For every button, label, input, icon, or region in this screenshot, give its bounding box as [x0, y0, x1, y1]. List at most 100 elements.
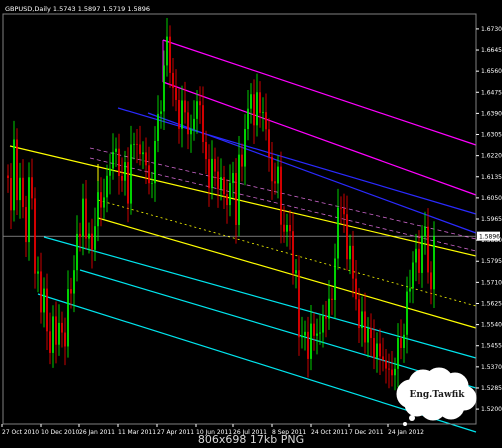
candle-body	[133, 143, 135, 145]
candle-body	[178, 99, 180, 129]
channel-plum-dash-a	[89, 147, 477, 240]
y-tick-label: 1.6135	[481, 174, 502, 181]
candle-body	[28, 177, 30, 243]
chart: 1.6730 1.6645 1.6560 1.6475 1.6390 1.6305 1.62…	[1, 5, 502, 446]
candle-body	[235, 173, 237, 225]
candle-body	[367, 328, 369, 343]
candle-body	[181, 100, 183, 129]
candle-body	[34, 198, 36, 274]
candle-body	[409, 288, 411, 292]
bubble-dot	[409, 415, 415, 421]
candle-body	[190, 129, 192, 135]
candle-body	[223, 177, 225, 195]
chart-title: GBPUSD,Daily 1.5743 1.5897 1.5719 1.5896	[5, 5, 150, 13]
candle-body	[64, 332, 66, 347]
y-tick-label: 1.5625	[481, 300, 502, 307]
candle-body	[13, 139, 15, 211]
candle-body	[202, 105, 204, 142]
channel-cyan-b	[79, 269, 477, 389]
candle-body	[136, 143, 138, 145]
candle-body	[364, 311, 366, 343]
x-tick-label: 11 Mar 2011	[118, 429, 156, 436]
candle-body	[82, 198, 84, 237]
candle-body	[16, 139, 18, 201]
candle-body	[271, 156, 273, 182]
y-tick-label: 1.6475	[481, 89, 502, 96]
candle-body	[307, 331, 309, 359]
candle-body	[295, 270, 297, 274]
channel-magenta-lower	[162, 81, 477, 196]
candle-body	[298, 270, 300, 338]
candle-body	[319, 332, 321, 334]
candle-body	[430, 272, 432, 290]
candle-body	[154, 140, 156, 184]
candle-body	[229, 182, 231, 206]
candle-body	[427, 226, 429, 273]
candle-body	[25, 207, 27, 243]
candle-body	[283, 224, 285, 232]
candle-body	[85, 198, 87, 239]
candle-body	[166, 36, 168, 66]
candle-body	[310, 323, 312, 359]
candle-body	[253, 94, 255, 126]
candle-body	[301, 335, 303, 338]
candle-body	[187, 112, 189, 135]
candle-body	[91, 233, 93, 250]
candle-body	[76, 233, 78, 271]
candle-body	[340, 207, 342, 209]
y-tick-label: 1.6645	[481, 47, 502, 54]
y-tick-label: 1.6050	[481, 195, 502, 202]
candle-body	[304, 331, 306, 336]
annotation-text: Eng.Tawfik	[409, 390, 465, 400]
candle-body	[412, 262, 414, 289]
candle-body	[406, 291, 408, 335]
candle-body	[37, 271, 39, 274]
y-tick-label: 1.6305	[481, 132, 502, 139]
candle-body	[394, 368, 396, 376]
candle-body	[193, 118, 195, 130]
y-tick-label: 1.5710	[481, 279, 502, 286]
candle-body	[226, 194, 228, 206]
y-tick-label: 1.6560	[481, 68, 502, 75]
candle-body	[172, 72, 174, 88]
y-tick-label: 1.5795	[481, 258, 502, 265]
candle-body	[70, 289, 72, 294]
candle-body	[79, 233, 81, 237]
candle-body	[418, 248, 420, 273]
candle-body	[127, 162, 129, 204]
x-tick-label: 10 Dec 2010	[41, 429, 80, 436]
candle-body	[118, 148, 120, 177]
candle-body	[163, 65, 165, 112]
candle-body	[169, 36, 171, 73]
candle-body	[7, 175, 9, 178]
candle-body	[361, 311, 363, 329]
candle-body	[184, 100, 186, 113]
candle-body	[22, 177, 24, 208]
x-tick-label: 27 Oct 2010	[2, 429, 39, 436]
candle-body	[274, 181, 276, 184]
candle-body	[205, 141, 207, 160]
candle-body	[268, 129, 270, 157]
candle-body	[358, 299, 360, 329]
candle-body	[328, 298, 330, 319]
candle-body	[130, 144, 132, 204]
channel-cyan-a	[43, 236, 477, 359]
candle-body	[415, 248, 417, 263]
y-tick-label: 1.5200	[481, 406, 502, 413]
candle-body	[73, 270, 75, 294]
candlesticks	[7, 17, 435, 391]
candle-body	[121, 176, 123, 181]
candle-body	[346, 214, 348, 260]
y-tick-label: 1.5540	[481, 322, 502, 329]
candle-body	[397, 338, 399, 369]
candle-body	[376, 343, 378, 358]
candle-body	[424, 226, 426, 237]
candle-body	[241, 154, 243, 167]
candle-body	[142, 152, 144, 155]
candle-body	[331, 298, 333, 301]
candle-body	[139, 144, 141, 155]
candle-body	[160, 111, 162, 114]
candle-body	[220, 177, 222, 190]
candle-body	[382, 356, 384, 361]
channel-plum-dash-b	[89, 157, 477, 252]
